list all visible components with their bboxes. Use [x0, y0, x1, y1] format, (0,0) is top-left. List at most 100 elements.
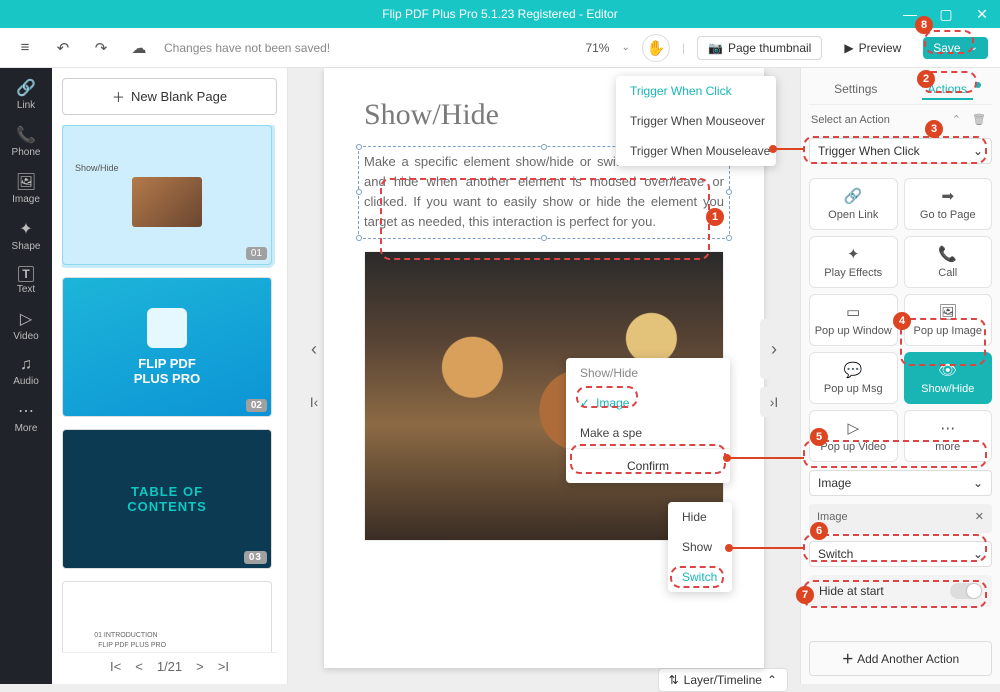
link-icon: 🔗: [16, 78, 36, 98]
layer-timeline-button[interactable]: ⇅Layer/Timeline⌃: [658, 668, 788, 692]
trigger-menu: Trigger When Click Trigger When Mouseove…: [616, 76, 776, 166]
image-icon: 🖼: [938, 303, 957, 321]
trigger-click-option[interactable]: Trigger When Click: [616, 76, 776, 106]
more-icon: ⋯: [940, 419, 955, 437]
prev-page-icon[interactable]: <: [135, 659, 143, 674]
target-make-option[interactable]: Make a spe: [566, 418, 730, 448]
toolbar: ≡ ↶ ↷ ☁ Changes have not been saved! 71%…: [0, 28, 1000, 68]
target-confirm-button[interactable]: Confirm: [566, 448, 730, 483]
zoom-chevron-icon[interactable]: ⌄: [621, 42, 629, 53]
page-counter: 1/21: [157, 659, 182, 674]
phone-icon: 📞: [16, 125, 36, 145]
mode-switch-option[interactable]: Switch: [668, 562, 732, 592]
layers-icon: ⇅: [669, 673, 679, 687]
unsaved-label: Changes have not been saved!: [164, 41, 330, 55]
dot-indicator-icon: [975, 82, 981, 88]
arrow-right-icon: ➡: [941, 187, 954, 205]
chevron-up-icon: ⌃: [767, 673, 777, 687]
sparkle-icon: ✦: [847, 245, 860, 263]
tool-image[interactable]: 🖼Image: [12, 172, 40, 205]
phone-icon: 📞: [938, 245, 957, 263]
app-title: Flip PDF Plus Pro 5.1.23 Registered - Ed…: [382, 7, 617, 21]
target-menu-head: Show/Hide: [566, 358, 730, 388]
page-last-button[interactable]: ›I: [760, 387, 788, 417]
first-page-icon[interactable]: I<: [110, 659, 121, 674]
check-icon: ✓: [580, 396, 590, 410]
trigger-select[interactable]: Trigger When Click⌄: [809, 138, 992, 164]
collapse-delete-icons[interactable]: ⌃ 🗑: [952, 113, 990, 126]
target-menu: Show/Hide ✓Image Make a spe Confirm: [566, 358, 730, 483]
more-icon: ⋯: [18, 401, 34, 421]
image-icon: 🖼: [16, 172, 36, 192]
trigger-mouseover-option[interactable]: Trigger When Mouseover: [616, 106, 776, 136]
page-thumb-1[interactable]: Show/Hide 01: [62, 125, 272, 265]
chevron-down-icon: ⌄: [973, 547, 983, 561]
next-page-icon[interactable]: >: [196, 659, 204, 674]
action-play-effects[interactable]: ✦Play Effects: [809, 236, 898, 288]
window-icon: ▭: [846, 303, 860, 321]
image-section-label: Image: [817, 511, 848, 523]
action-popup-msg[interactable]: 💬Pop up Msg: [809, 352, 898, 404]
hide-at-start-label: Hide at start: [819, 584, 884, 598]
plus-icon: ＋: [112, 87, 125, 106]
action-go-to-page[interactable]: ➡Go to Page: [904, 178, 993, 230]
page-thumb-2[interactable]: FLIP PDF PLUS PRO 02: [62, 277, 272, 417]
tool-more[interactable]: ⋯More: [15, 401, 38, 434]
save-button[interactable]: Save⌄: [923, 37, 988, 59]
redo-icon[interactable]: ↷: [88, 35, 114, 61]
hide-at-start-toggle[interactable]: [950, 583, 982, 599]
close-button[interactable]: ✕: [964, 0, 1000, 28]
undo-icon[interactable]: ↶: [50, 35, 76, 61]
trigger-mouseleave-option[interactable]: Trigger When Mouseleave: [616, 136, 776, 166]
chevron-down-icon: ⌄: [973, 476, 983, 490]
hand-tool-button[interactable]: ✋: [642, 34, 670, 62]
preview-button[interactable]: ▶Preview: [834, 37, 911, 59]
doc-icon: [147, 308, 187, 348]
new-blank-page-button[interactable]: ＋New Blank Page: [62, 78, 277, 115]
zoom-value[interactable]: 71%: [585, 41, 609, 55]
hide-at-start-row: Hide at start: [809, 575, 992, 607]
text-icon: T: [18, 266, 33, 282]
tab-settings[interactable]: Settings: [828, 80, 883, 100]
maximize-button[interactable]: ▢: [928, 0, 964, 28]
link-icon: 🔗: [844, 187, 863, 205]
chevron-down-icon: ⌄: [973, 144, 983, 158]
titlebar: Flip PDF Plus Pro 5.1.23 Registered - Ed…: [0, 0, 1000, 28]
video-icon: ▷: [847, 419, 859, 437]
action-more[interactable]: ⋯more: [904, 410, 993, 462]
page-next-button[interactable]: ›: [760, 319, 788, 379]
tool-shape[interactable]: ✦Shape: [12, 219, 41, 252]
shape-icon: ✦: [19, 219, 32, 239]
action-popup-image[interactable]: 🖼Pop up Image: [904, 294, 993, 346]
page-thumbnails-panel: ＋New Blank Page Show/Hide 01 FLIP PDF PL…: [52, 68, 288, 684]
message-icon: 💬: [844, 361, 863, 379]
action-show-hide[interactable]: 👁Show/Hide: [904, 352, 993, 404]
tool-video[interactable]: ▷Video: [13, 309, 38, 342]
mode-select[interactable]: Switch⌄: [809, 541, 992, 567]
target-image-option[interactable]: ✓Image: [566, 388, 730, 418]
menu-icon[interactable]: ≡: [12, 35, 38, 61]
mode-hide-option[interactable]: Hide: [668, 502, 732, 532]
action-popup-window[interactable]: ▭Pop up Window: [809, 294, 898, 346]
eye-icon: 👁: [938, 361, 957, 379]
audio-icon: ♫: [20, 356, 32, 374]
tool-text[interactable]: TText: [17, 266, 35, 295]
action-open-link[interactable]: 🔗Open Link: [809, 178, 898, 230]
video-icon: ▷: [20, 309, 32, 329]
mode-show-option[interactable]: Show: [668, 532, 732, 562]
play-icon: ▶: [844, 41, 853, 55]
tool-phone[interactable]: 📞Phone: [12, 125, 41, 158]
close-icon[interactable]: ✕: [975, 510, 984, 523]
page-thumb-4[interactable]: 01 INTRODUCTION FLIP PDF PLUS PRO02 QUIC…: [62, 581, 272, 652]
cloud-icon: ☁: [126, 35, 152, 61]
page-thumbnail-button[interactable]: 📷Page thumbnail: [697, 36, 822, 60]
tool-link[interactable]: 🔗Link: [16, 78, 36, 111]
mode-menu: Hide Show Switch: [668, 502, 732, 592]
target-element-select[interactable]: Image⌄: [809, 470, 992, 496]
page-thumb-3[interactable]: TABLE OF CONTENTS 03: [62, 429, 272, 569]
left-tool-rail: 🔗Link 📞Phone 🖼Image ✦Shape TText ▷Video …: [0, 68, 52, 684]
add-another-action-button[interactable]: ＋ Add Another Action: [809, 641, 992, 676]
tool-audio[interactable]: ♫Audio: [13, 356, 39, 387]
action-call[interactable]: 📞Call: [904, 236, 993, 288]
last-page-icon[interactable]: >I: [218, 659, 229, 674]
